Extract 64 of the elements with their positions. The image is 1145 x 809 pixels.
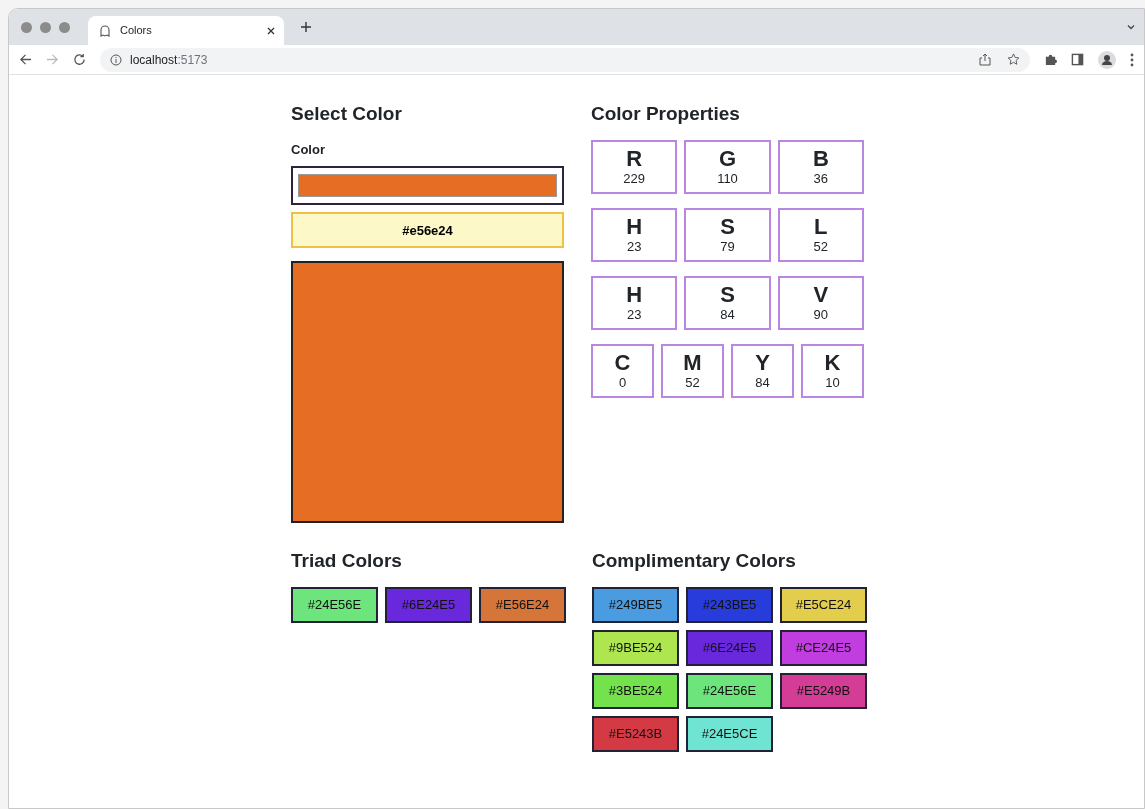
- address-bar[interactable]: localhost:5173: [100, 47, 1030, 72]
- property-letter: L: [814, 214, 828, 240]
- property-letter: C: [614, 350, 631, 376]
- section-title: Color Properties: [591, 103, 741, 126]
- property-letter: H: [626, 214, 643, 240]
- browser-tab[interactable]: Colors: [88, 16, 284, 45]
- profile-icon[interactable]: [1098, 50, 1116, 69]
- color-swatch[interactable]: #3BE524: [592, 673, 679, 710]
- more-icon[interactable]: [1130, 52, 1134, 67]
- property-value: 110: [717, 171, 738, 187]
- property-value: 23: [626, 307, 642, 323]
- property-value: 36: [813, 171, 829, 187]
- property-value: 23: [626, 239, 642, 255]
- property-value: 10: [825, 375, 840, 391]
- back-icon[interactable]: [19, 53, 32, 66]
- property-value: 84: [720, 307, 735, 323]
- color-swatch[interactable]: #9BE524: [592, 630, 679, 667]
- property-letter: K: [824, 350, 841, 376]
- property-letter: Y: [755, 350, 770, 376]
- close-window-dot[interactable]: [21, 21, 32, 33]
- section-title: Triad Colors: [291, 550, 403, 574]
- sidebar-icon[interactable]: [1071, 53, 1084, 66]
- property-value: 229: [623, 171, 645, 187]
- property-letter: H: [626, 282, 643, 308]
- property-letter: G: [718, 146, 737, 172]
- property-letter: R: [626, 146, 643, 172]
- property-letter: V: [813, 282, 829, 308]
- property-value: 90: [813, 307, 829, 323]
- color-swatch[interactable]: #E56E24: [479, 587, 566, 624]
- puzzle-icon[interactable]: [1044, 53, 1057, 66]
- url-text: localhost:5173: [130, 51, 208, 69]
- field-label: Color: [291, 140, 326, 159]
- color-swatch[interactable]: #CE24E5: [780, 630, 867, 667]
- tab-title: Colors: [120, 23, 153, 39]
- share-icon[interactable]: [979, 53, 991, 66]
- color-swatch[interactable]: #24E56E: [291, 587, 378, 624]
- color-swatch[interactable]: #249BE5: [592, 587, 679, 624]
- ghost-icon: [98, 23, 112, 38]
- property-value: 52: [813, 239, 829, 255]
- property-letter: B: [812, 146, 829, 172]
- reload-icon[interactable]: [73, 53, 86, 66]
- property-letter: S: [720, 214, 735, 240]
- zoom-window-dot[interactable]: [59, 21, 70, 33]
- star-icon[interactable]: [1007, 53, 1020, 66]
- color-picker[interactable]: [291, 166, 564, 206]
- info-icon[interactable]: [110, 53, 122, 66]
- color-swatch[interactable]: #E5CE24: [780, 587, 867, 624]
- close-icon[interactable]: [266, 25, 276, 36]
- property-value: 0: [618, 375, 627, 391]
- minimize-window-dot[interactable]: [40, 21, 51, 33]
- color-swatch[interactable]: #E5249B: [780, 673, 867, 710]
- color-swatch[interactable]: #E5243B: [592, 716, 679, 753]
- section-title: Complimentary Colors: [592, 550, 797, 574]
- new-tab-icon[interactable]: [300, 21, 312, 33]
- chevron-down-icon[interactable]: [1126, 22, 1136, 32]
- color-swatch[interactable]: #24E5CE: [686, 716, 773, 753]
- hex-field[interactable]: #e56e24: [291, 212, 564, 249]
- property-letter: M: [683, 350, 702, 376]
- property-value: 84: [755, 375, 770, 391]
- color-swatch[interactable]: #24E56E: [686, 673, 773, 710]
- property-value: 52: [685, 375, 700, 391]
- section-title: Select Color: [291, 103, 403, 126]
- property-value: 79: [720, 239, 735, 255]
- property-letter: S: [720, 282, 735, 308]
